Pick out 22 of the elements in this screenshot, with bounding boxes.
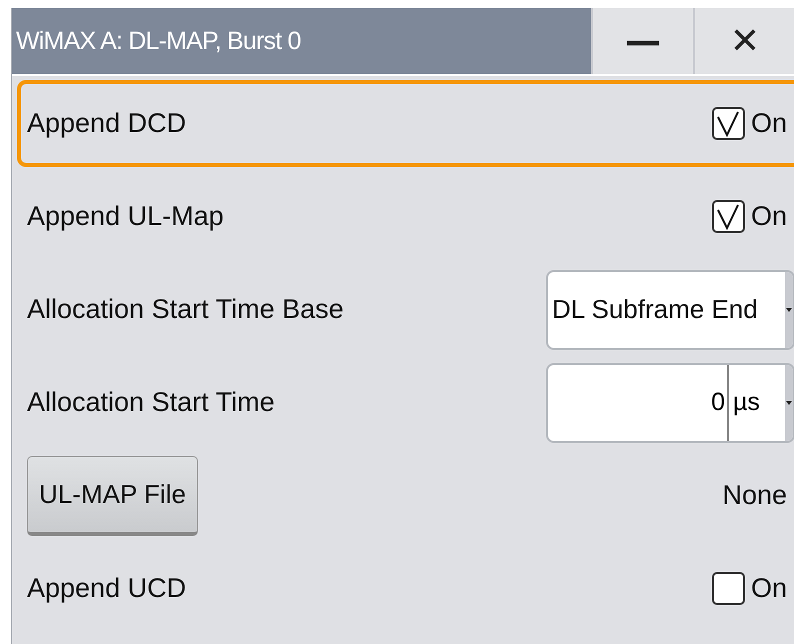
dropdown[interactable]: DL Subframe End [546, 270, 794, 350]
checkbox[interactable] [712, 200, 745, 233]
file-button[interactable]: UL-MAP File [27, 456, 198, 536]
checkmark-icon [716, 110, 740, 136]
file-name: None [722, 480, 787, 511]
setting-label: Allocation Start Time [27, 387, 275, 418]
setting-label: Append UL-Map [27, 201, 224, 232]
dropdown-arrow-icon [786, 400, 792, 404]
checkbox-label: On [750, 108, 787, 139]
minimize-button[interactable]: — [591, 8, 693, 74]
close-button[interactable]: ✕ [693, 8, 794, 74]
number-field[interactable]: 0 µs [546, 362, 794, 442]
setting-label: Append DCD [27, 108, 186, 139]
dropdown-arrow-icon [786, 308, 792, 312]
setting-label: Append UCD [27, 573, 186, 604]
checkbox-label: On [750, 201, 787, 232]
window-title: WiMAX A: DL-MAP, Burst 0 [15, 26, 302, 56]
checkbox[interactable] [712, 107, 745, 140]
checkbox-label: On [750, 573, 787, 604]
checkmark-icon [716, 204, 740, 230]
checkbox[interactable] [712, 572, 745, 605]
setting-label: Allocation Start Time Base [27, 294, 344, 325]
